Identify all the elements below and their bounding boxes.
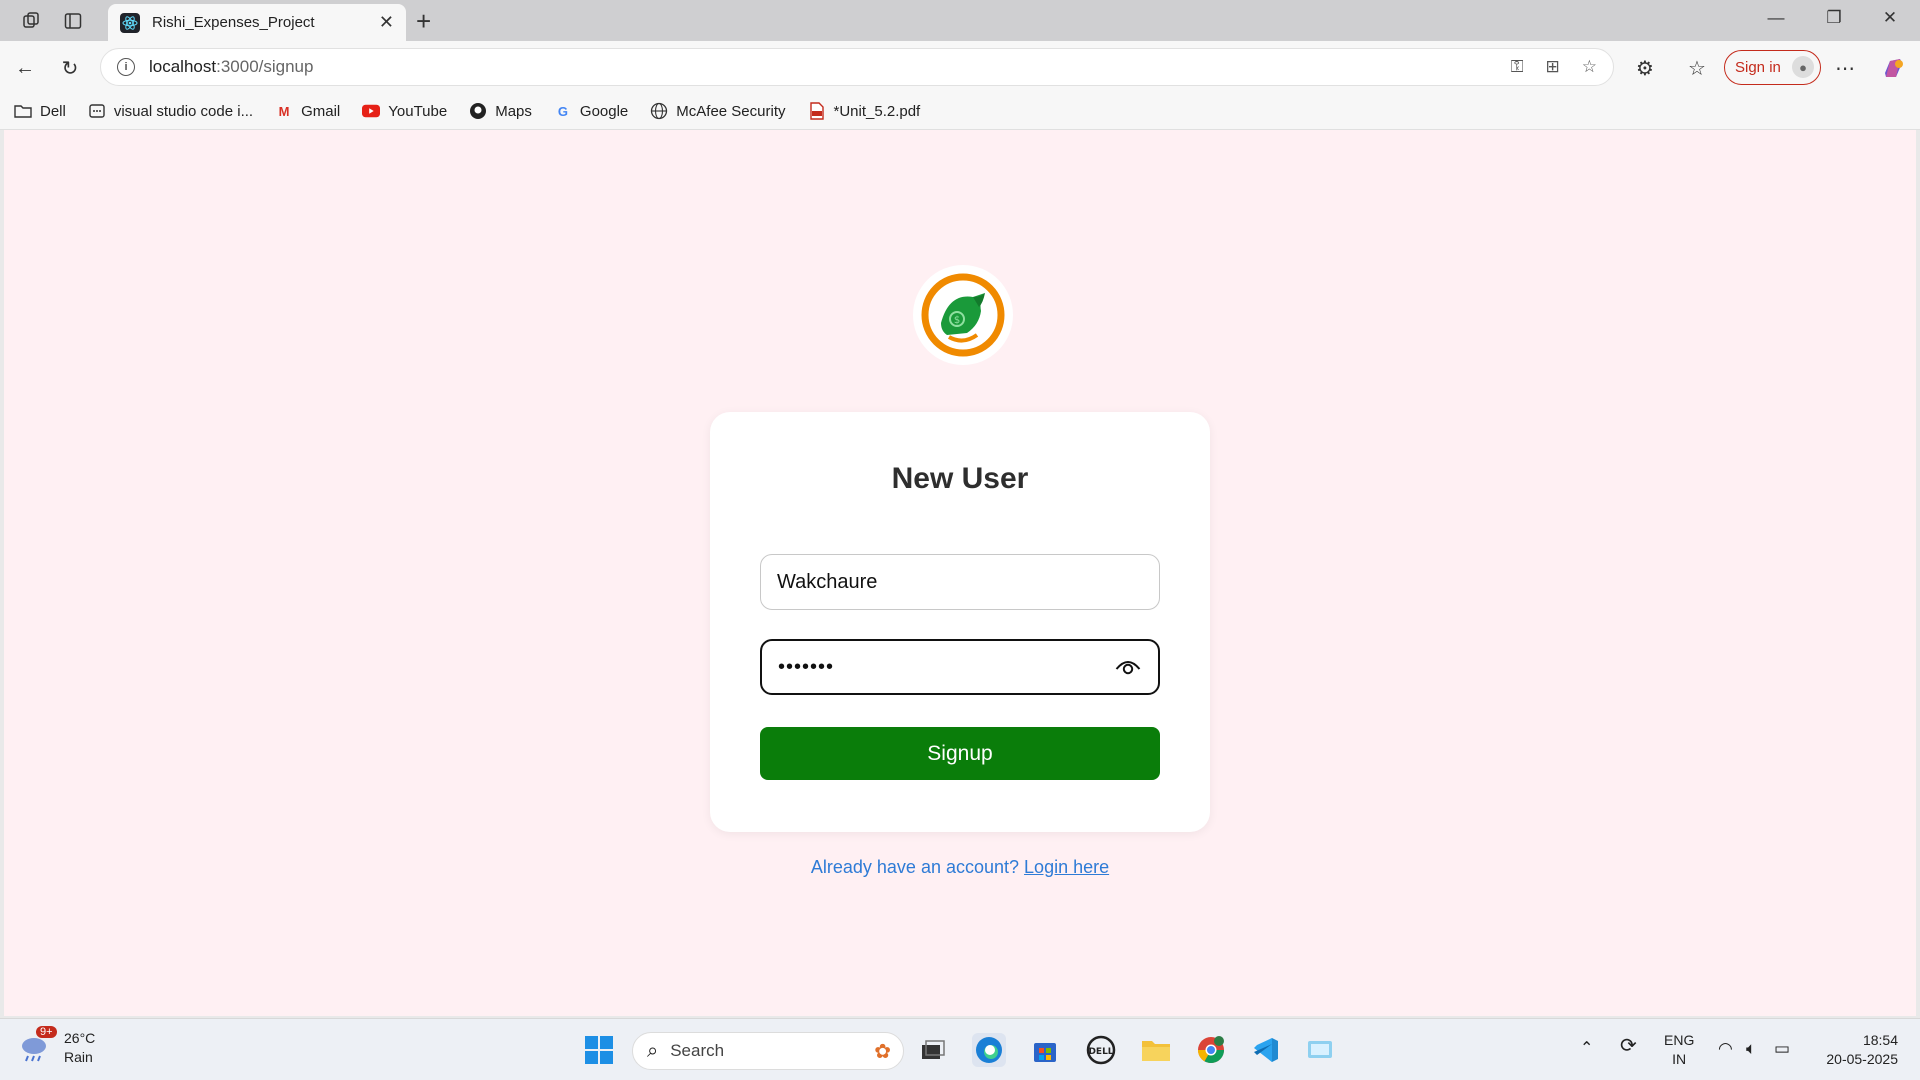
username-value: Wakchaure bbox=[777, 570, 878, 593]
language-indicator[interactable]: ENG IN bbox=[1664, 1031, 1694, 1069]
battery-icon[interactable]: ▭ bbox=[1774, 1039, 1790, 1058]
task-view-icon[interactable] bbox=[916, 1033, 950, 1067]
refresh-icon[interactable]: ↻ bbox=[55, 53, 85, 83]
vscode-icon[interactable] bbox=[1249, 1033, 1283, 1067]
svg-text:DELL: DELL bbox=[1088, 1047, 1113, 1057]
password-value: ••••••• bbox=[778, 655, 835, 678]
search-highlight-icon: ✿ bbox=[874, 1040, 891, 1063]
clock[interactable]: 18:54 20-05-2025 bbox=[1826, 1031, 1898, 1069]
login-link[interactable]: Login here bbox=[1024, 857, 1109, 877]
site-info-icon[interactable]: i bbox=[117, 58, 135, 76]
workspaces-icon[interactable] bbox=[18, 8, 44, 34]
weather-desc: Rain bbox=[64, 1049, 93, 1065]
money-logo-icon: $ bbox=[921, 273, 1005, 357]
chrome-icon[interactable] bbox=[1194, 1033, 1228, 1067]
show-password-icon[interactable] bbox=[1114, 653, 1142, 681]
weather-widget[interactable]: 9+ 26°C Rain bbox=[18, 1026, 96, 1067]
taskbar-search[interactable]: ⌕ Search ✿ bbox=[632, 1032, 904, 1070]
gmail-icon: M bbox=[278, 103, 290, 119]
bookmark-maps[interactable]: Maps bbox=[469, 102, 532, 120]
weather-badge: 9+ bbox=[36, 1026, 57, 1038]
address-bar[interactable]: i localhost:3000/signup ⚿ ⊞ ☆ bbox=[100, 48, 1614, 86]
new-tab-icon[interactable]: + bbox=[416, 6, 431, 37]
sign-in-button[interactable]: Sign in ● bbox=[1724, 50, 1821, 85]
app-available-icon[interactable]: ⊞ bbox=[1546, 57, 1560, 77]
store-icon[interactable] bbox=[1028, 1033, 1062, 1067]
bookmark-dell[interactable]: Dell bbox=[14, 102, 66, 120]
bookmarks-bar: Dell visual studio code i... M Gmail You… bbox=[0, 93, 1920, 130]
bookmark-gmail[interactable]: M Gmail bbox=[275, 102, 341, 120]
favorites-icon[interactable]: ☆ bbox=[1682, 53, 1712, 83]
key-icon[interactable]: ⚿ bbox=[1511, 57, 1524, 77]
react-icon bbox=[120, 12, 140, 33]
more-menu-icon[interactable]: ⋯ bbox=[1830, 53, 1860, 83]
bookmark-google[interactable]: G Google bbox=[554, 102, 628, 120]
extensions-icon[interactable]: ⚙ bbox=[1630, 53, 1660, 83]
search-icon: ⌕ bbox=[647, 1039, 659, 1062]
bookmark-mcafee[interactable]: McAfee Security bbox=[650, 102, 786, 120]
app-logo: $ bbox=[913, 265, 1013, 365]
url-text: localhost:3000/signup bbox=[149, 57, 314, 76]
bookmark-pdf[interactable]: *Unit_5.2.pdf bbox=[808, 102, 920, 120]
svg-text:$: $ bbox=[954, 315, 960, 326]
copilot-icon[interactable] bbox=[1878, 53, 1908, 83]
login-prompt: Already have an account? Login here bbox=[810, 857, 1110, 877]
dell-icon[interactable]: DELL bbox=[1084, 1033, 1118, 1067]
edge-icon[interactable] bbox=[972, 1033, 1006, 1067]
folder-icon bbox=[14, 102, 32, 120]
back-icon[interactable]: ← bbox=[10, 53, 40, 83]
minimize-icon[interactable]: — bbox=[1756, 8, 1796, 28]
taskbar: 9+ 26°C Rain ⌕ Search ✿ DELL ⌃ ⟳ ENG IN … bbox=[0, 1018, 1920, 1080]
browser-toolbar: ← ↻ i localhost:3000/signup ⚿ ⊞ ☆ ⚙ ☆ Si… bbox=[0, 41, 1920, 93]
active-tab[interactable]: Rishi_Expenses_Project ✕ bbox=[108, 4, 406, 41]
github-icon bbox=[469, 102, 487, 120]
app-window-icon[interactable] bbox=[1303, 1033, 1337, 1067]
close-tab-icon[interactable]: ✕ bbox=[379, 12, 394, 33]
bookmark-youtube[interactable]: YouTube bbox=[362, 102, 447, 120]
profile-icon: ● bbox=[1792, 56, 1814, 78]
card-heading: New User bbox=[891, 462, 1029, 495]
file-explorer-icon[interactable] bbox=[1139, 1033, 1173, 1067]
start-button-icon[interactable] bbox=[582, 1033, 616, 1067]
signup-card: New User Wakchaure ••••••• Signup bbox=[710, 412, 1210, 832]
app-icon bbox=[88, 102, 106, 120]
google-icon: G bbox=[557, 103, 568, 119]
weather-temp: 26°C bbox=[64, 1030, 96, 1046]
pdf-icon bbox=[808, 102, 826, 120]
globe-icon bbox=[650, 102, 668, 120]
tray-overflow-icon[interactable]: ⌃ bbox=[1580, 1039, 1593, 1058]
window-close-icon[interactable]: ✕ bbox=[1870, 8, 1910, 28]
wifi-icon[interactable]: ◠ bbox=[1718, 1039, 1733, 1058]
signup-button[interactable]: Signup bbox=[760, 727, 1160, 780]
tab-title: Rishi_Expenses_Project bbox=[152, 14, 315, 31]
volume-icon[interactable]: 🔈︎ bbox=[1746, 1039, 1756, 1058]
tab-strip: Rishi_Expenses_Project ✕ + — ❐ ✕ bbox=[0, 0, 1920, 41]
sync-icon[interactable]: ⟳ bbox=[1620, 1036, 1637, 1056]
restore-icon[interactable]: ❐ bbox=[1814, 8, 1854, 28]
rain-cloud-icon: 9+ bbox=[18, 1026, 57, 1066]
vertical-tabs-icon[interactable] bbox=[60, 8, 86, 34]
favorite-star-icon[interactable]: ☆ bbox=[1582, 57, 1597, 77]
password-input[interactable]: ••••••• bbox=[760, 639, 1160, 695]
signup-page: $ New User Wakchaure ••••••• Signup Alre… bbox=[4, 130, 1916, 1016]
youtube-icon bbox=[362, 102, 381, 120]
bookmark-vscode[interactable]: visual studio code i... bbox=[88, 102, 253, 120]
username-input[interactable]: Wakchaure bbox=[760, 554, 1160, 610]
